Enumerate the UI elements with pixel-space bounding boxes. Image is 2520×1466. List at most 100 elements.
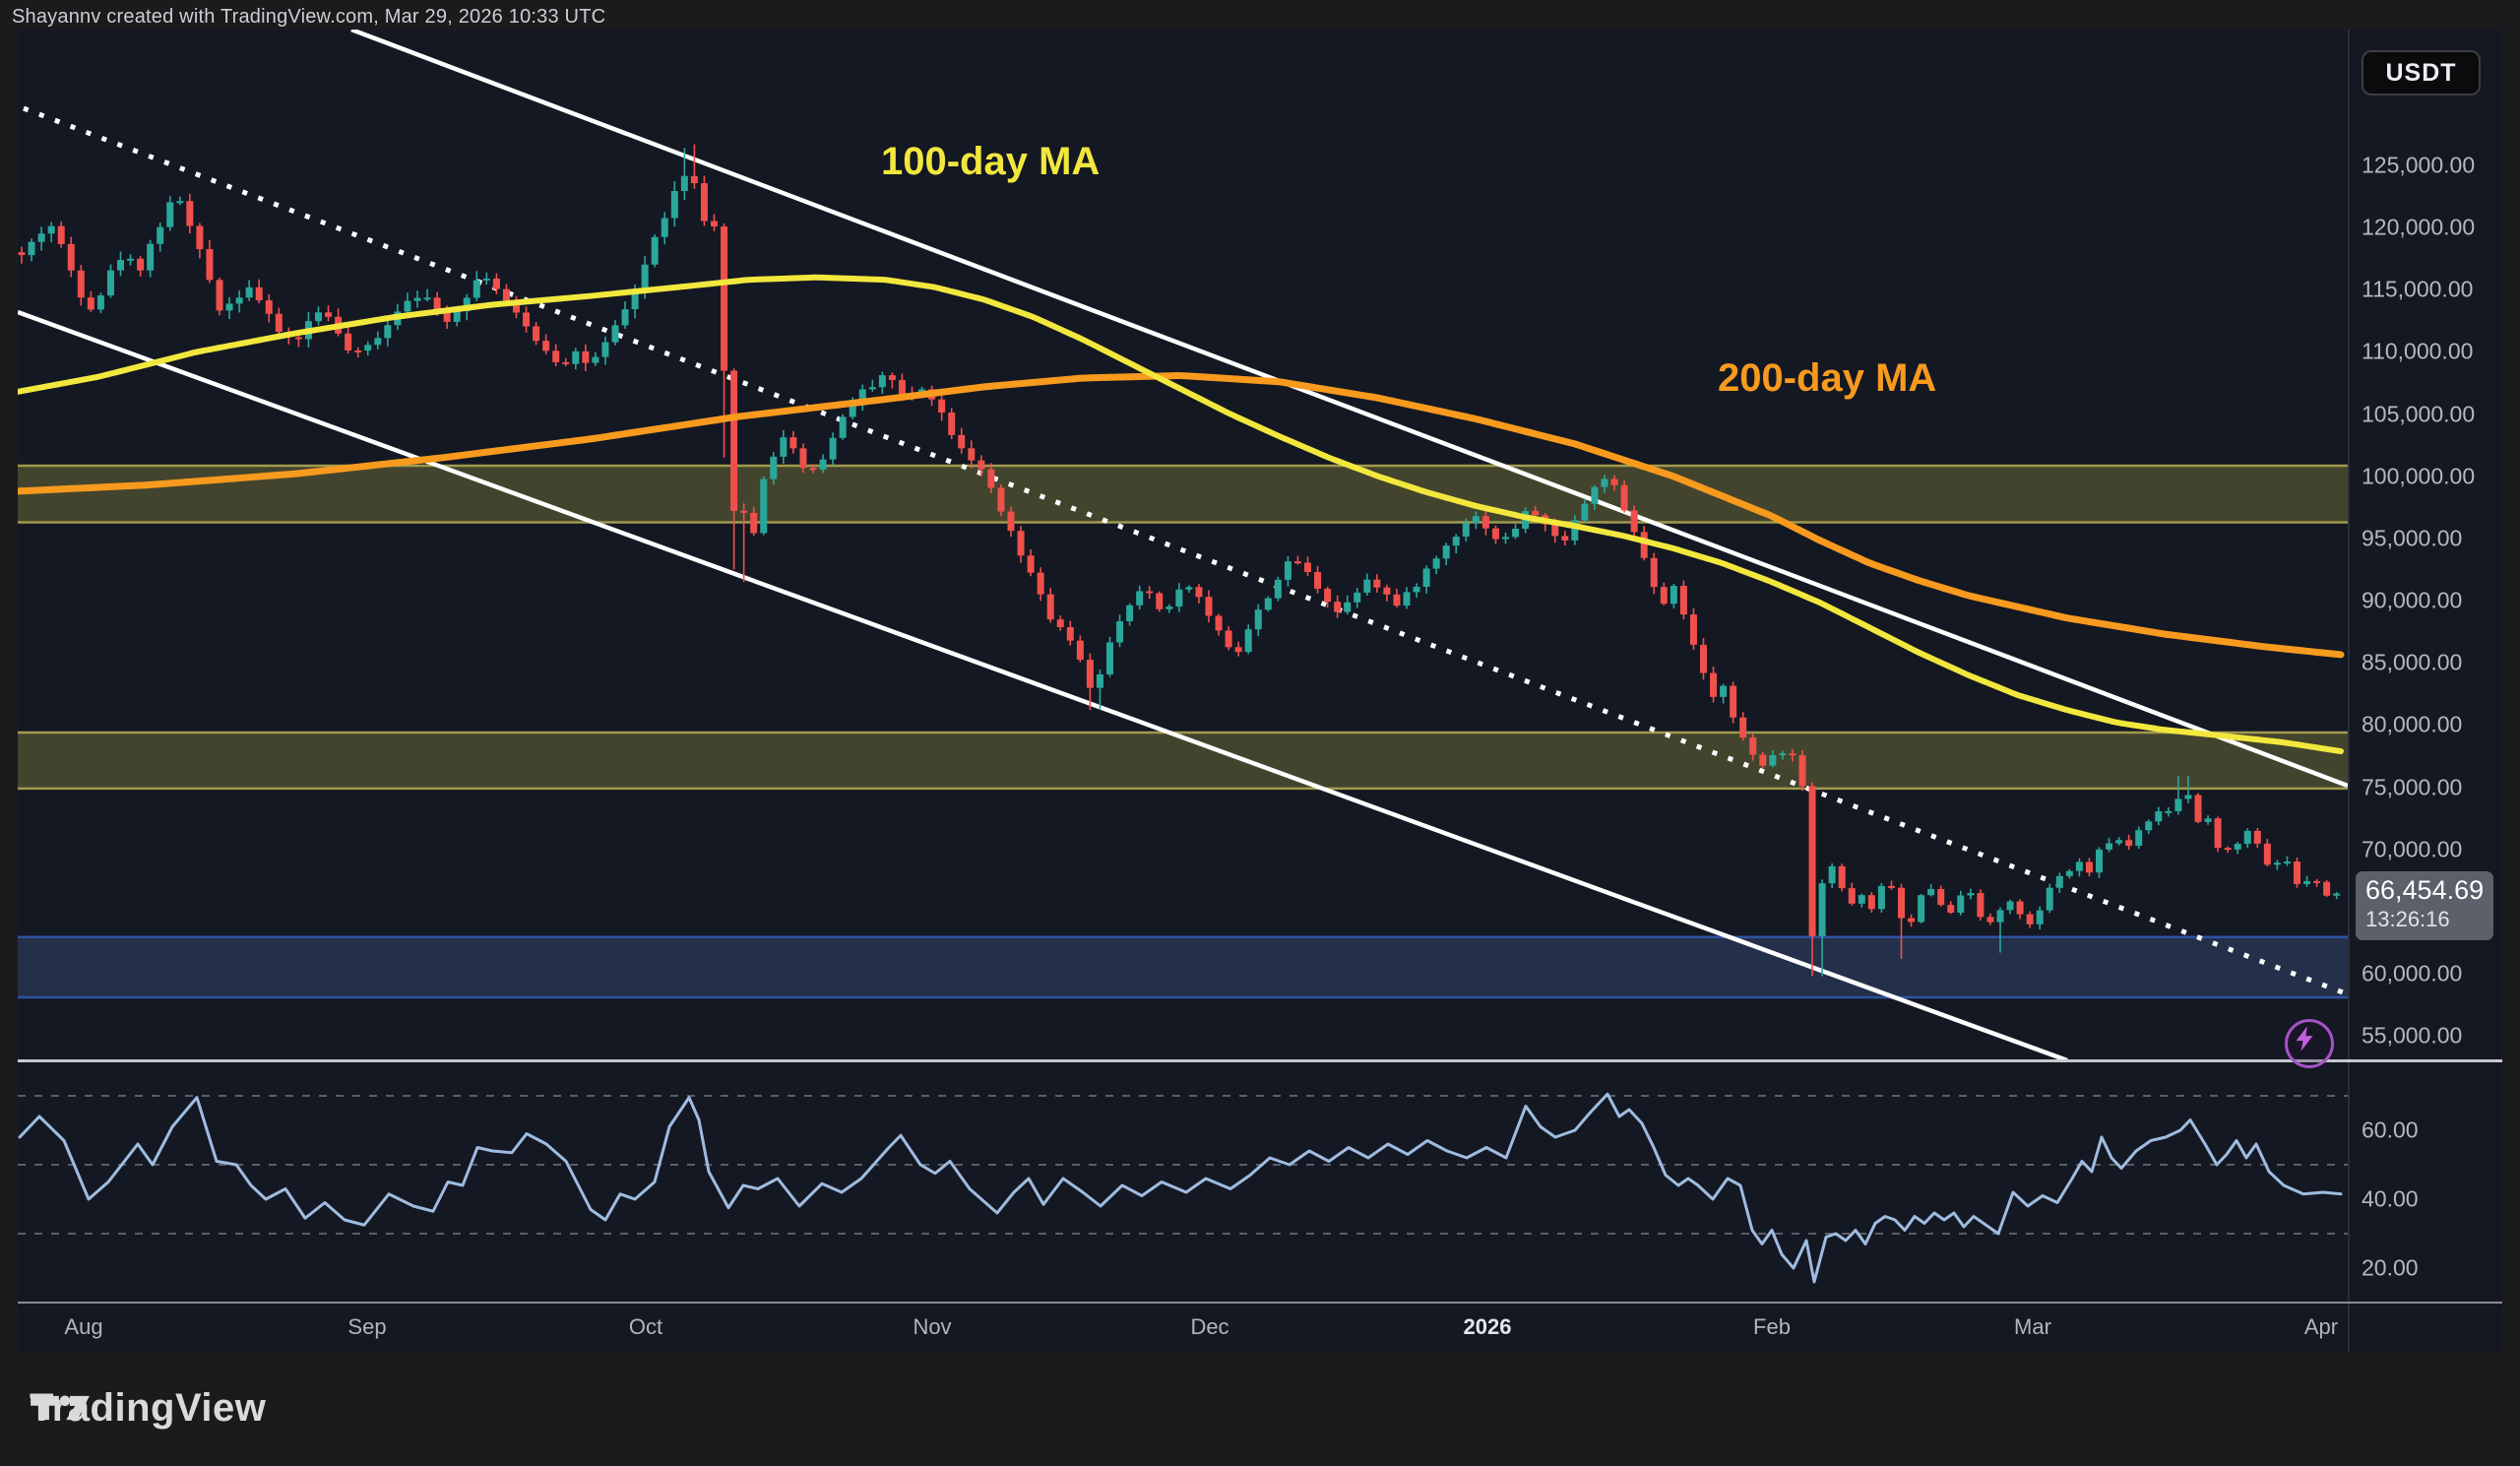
rsi-line[interactable] xyxy=(20,1094,2341,1282)
candle-body xyxy=(127,259,134,261)
rsi-pane[interactable] xyxy=(18,1060,2348,1303)
candle-body xyxy=(1670,586,1677,604)
candle-body xyxy=(58,226,65,244)
candle-body xyxy=(2254,831,2261,844)
price-scale-label: 115,000.00 xyxy=(2362,277,2473,303)
candle-body xyxy=(1235,647,1242,652)
candle-body xyxy=(236,297,243,303)
lightning-bolt-icon xyxy=(2288,1022,2321,1055)
candle-body xyxy=(1749,737,1756,754)
candle-body xyxy=(1690,614,1697,645)
candle-body xyxy=(217,280,223,310)
symbol-currency-badge: USDT xyxy=(2362,50,2481,96)
candle-body xyxy=(157,227,163,244)
candle-body xyxy=(1195,587,1202,597)
candle-body xyxy=(1285,561,1292,580)
candle-body xyxy=(1383,588,1390,595)
candle-body xyxy=(414,298,421,301)
candle-body xyxy=(1621,485,1628,511)
candle-body xyxy=(1898,888,1905,919)
price-scale[interactable]: USDT 125,000.00120,000.00115,000.00110,0… xyxy=(2349,30,2502,1352)
time-scale-label-2026: 2026 xyxy=(1464,1314,1512,1340)
price-scale-label: 75,000.00 xyxy=(2362,774,2462,800)
candle-body xyxy=(1126,606,1133,621)
candle-body xyxy=(740,511,747,513)
price-scale-label: 90,000.00 xyxy=(2362,588,2462,614)
candle-body xyxy=(2225,848,2232,850)
ma200-label: 200-day MA xyxy=(1718,356,1936,401)
candle-body xyxy=(1216,616,1223,631)
candle-body xyxy=(1739,718,1746,737)
candle-body xyxy=(1166,606,1172,609)
candle-body xyxy=(1551,525,1558,537)
price-scale-label: 60,000.00 xyxy=(2362,961,2462,988)
candle-body xyxy=(1393,595,1400,606)
candle-body xyxy=(186,201,193,225)
last-price-value: 66,454.69 xyxy=(2365,875,2484,906)
candle-body xyxy=(1185,587,1192,589)
candle-body xyxy=(612,325,619,342)
price-scale-label: 70,000.00 xyxy=(2362,836,2462,862)
candle-body xyxy=(1047,595,1054,620)
candle-body xyxy=(2066,871,2073,876)
candle-body xyxy=(2115,840,2122,843)
flash-icon[interactable] xyxy=(2285,1019,2334,1068)
candle-body xyxy=(2096,850,2103,872)
candle-body xyxy=(879,375,886,387)
candle-body xyxy=(1918,895,1924,922)
candle-body xyxy=(1097,674,1103,688)
channel-upper[interactable] xyxy=(351,30,2348,786)
candle-body xyxy=(938,400,945,413)
candle-body xyxy=(206,249,213,280)
candle-body xyxy=(1819,883,1826,936)
time-scale[interactable]: AugSepOctNovDec2026FebMarApr xyxy=(18,1303,2348,1352)
chart-container: 100-day MA 200-day MA USDT 125,000.00120… xyxy=(18,30,2502,1352)
rsi-bottom-border xyxy=(18,1302,2502,1304)
candle-body xyxy=(97,295,104,309)
candle-body xyxy=(196,226,203,249)
candle-body xyxy=(1849,888,1856,904)
last-price-countdown: 13:26:16 xyxy=(2365,907,2484,931)
candle-body xyxy=(1532,511,1539,515)
candle-body xyxy=(2244,831,2251,844)
candle-body xyxy=(1206,597,1213,615)
time-scale-label-Mar: Mar xyxy=(2014,1314,2051,1340)
candle-body xyxy=(1888,886,1895,888)
last-price-badge: 66,454.69 13:26:16 xyxy=(2356,871,2493,940)
candle-body xyxy=(137,259,144,271)
candle-body xyxy=(1087,660,1094,688)
zone-resistance-lower xyxy=(18,733,2348,789)
candle-body xyxy=(671,191,678,219)
candle-body xyxy=(958,435,965,448)
candle-body xyxy=(1561,536,1568,541)
candle-body xyxy=(2007,902,2014,911)
candle-body xyxy=(246,287,253,297)
mid-trendline[interactable] xyxy=(24,108,2343,992)
tradingview-logo-icon xyxy=(30,1386,91,1430)
zone-resistance-upper xyxy=(18,466,2348,522)
price-scale-label: 85,000.00 xyxy=(2362,650,2462,676)
candle-body xyxy=(1799,755,1806,786)
candle-body xyxy=(2056,876,2063,888)
candle-body xyxy=(1294,561,1301,563)
candle-body xyxy=(1858,895,1865,904)
pane-separator[interactable] xyxy=(18,1059,2502,1062)
candle-body xyxy=(523,312,530,326)
candle-body xyxy=(493,279,500,289)
candle-body xyxy=(948,413,955,435)
candle-body xyxy=(1423,569,1430,587)
candle-body xyxy=(1878,886,1885,909)
candle-body xyxy=(681,176,688,191)
candle-body xyxy=(2125,840,2132,846)
candle-body xyxy=(1433,558,1440,568)
candle-body xyxy=(78,271,85,298)
price-pane[interactable]: 100-day MA 200-day MA xyxy=(18,30,2348,1060)
candle-body xyxy=(166,202,173,226)
candle-body xyxy=(2017,902,2024,915)
candle-body xyxy=(711,222,718,227)
candle-body xyxy=(1730,686,1736,718)
rsi-scale-label: 40.00 xyxy=(2362,1186,2419,1213)
candle-body xyxy=(780,437,787,457)
candle-body xyxy=(1779,753,1786,755)
candle-body xyxy=(1453,537,1460,545)
